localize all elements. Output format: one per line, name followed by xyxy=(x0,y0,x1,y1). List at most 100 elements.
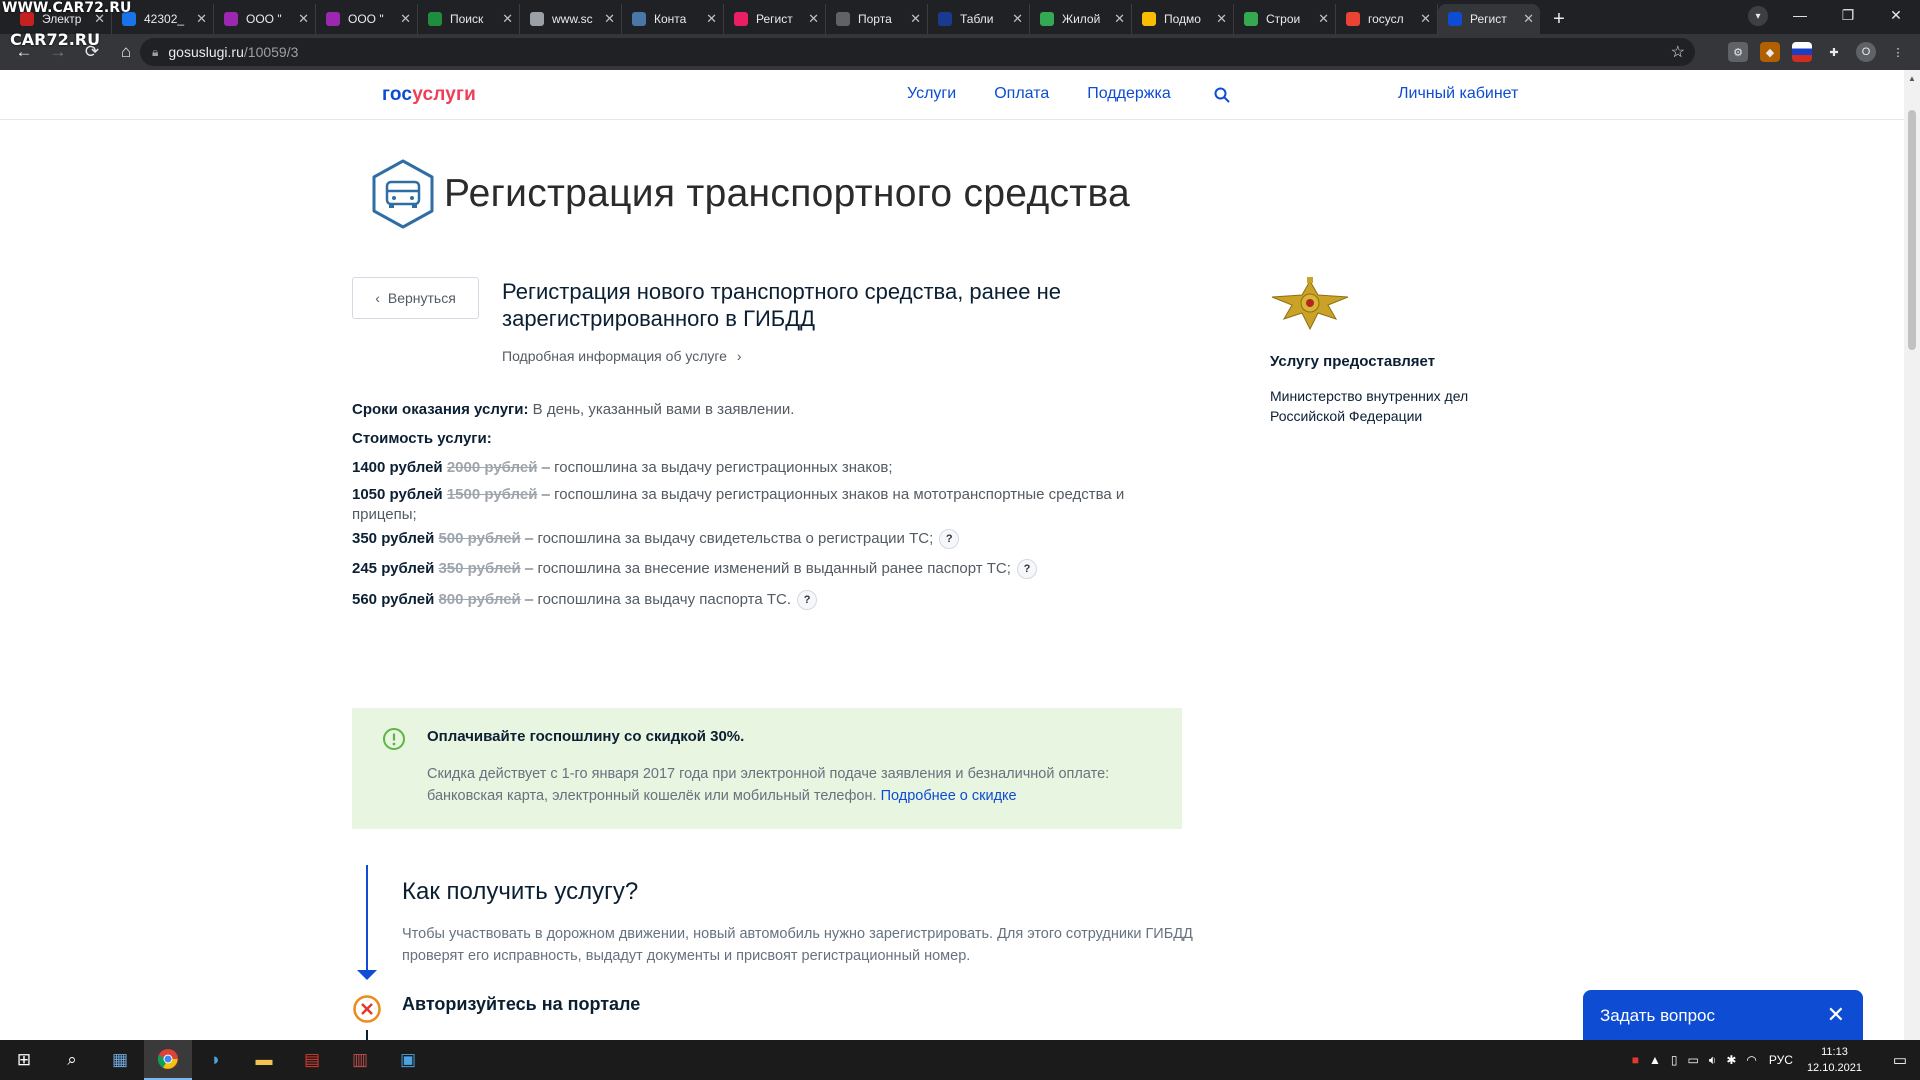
nav-support[interactable]: Поддержка xyxy=(1087,85,1170,103)
browser-tab[interactable]: Подмо ✕ xyxy=(1132,4,1234,34)
tab-favicon-icon xyxy=(1448,12,1462,26)
network-tray-icon[interactable]: ▭ xyxy=(1687,1053,1698,1068)
url-path: /10059/3 xyxy=(243,44,299,60)
bookmark-star-icon[interactable]: ☆ xyxy=(1671,42,1685,62)
windows-start-icon[interactable]: ⊞ xyxy=(0,1040,48,1080)
tab-close-icon[interactable]: ✕ xyxy=(1012,11,1023,27)
browser-tab[interactable]: Конта ✕ xyxy=(622,4,724,34)
browser-tab[interactable]: Табли ✕ xyxy=(928,4,1030,34)
pdf-reader-icon[interactable]: ▤ xyxy=(288,1040,336,1080)
new-tab-button[interactable]: + xyxy=(1544,4,1574,34)
personal-cabinet-link[interactable]: Личный кабинет xyxy=(1398,85,1518,103)
tab-close-icon[interactable]: ✕ xyxy=(1216,11,1227,27)
image-viewer-icon[interactable]: ▣ xyxy=(384,1040,432,1080)
tab-search-icon[interactable]: ▾ xyxy=(1748,6,1768,26)
help-question-icon[interactable]: ? xyxy=(797,590,818,611)
browser-tab[interactable]: www.sc ✕ xyxy=(520,4,622,34)
bluetooth-tray-icon[interactable]: ✱ xyxy=(1726,1053,1736,1068)
tab-close-icon[interactable]: ✕ xyxy=(1318,11,1329,27)
tab-close-icon[interactable]: ✕ xyxy=(1523,11,1534,27)
home-icon[interactable]: ⌂ xyxy=(110,36,142,68)
scroll-up-icon[interactable]: ▲ xyxy=(1908,74,1916,83)
tab-title: Жилой xyxy=(1062,12,1101,26)
nav-payment[interactable]: Оплата xyxy=(994,85,1049,103)
volume-tray-icon[interactable]: 🔉︎ xyxy=(1709,1053,1717,1068)
search-icon[interactable] xyxy=(1214,87,1230,103)
menu-dots-icon[interactable]: ⋮ xyxy=(1888,42,1908,62)
chrome-icon[interactable] xyxy=(144,1040,192,1080)
input-language[interactable]: РУС xyxy=(1769,1053,1793,1067)
extension-flag-icon[interactable] xyxy=(1792,42,1812,62)
antivirus-tray-icon[interactable]: ■ xyxy=(1632,1053,1639,1068)
back-button[interactable]: ‹ Вернуться xyxy=(352,277,479,319)
cost-heading: Стоимость услуги: xyxy=(352,430,492,447)
steps-timeline xyxy=(366,865,368,975)
profile-avatar[interactable]: O xyxy=(1856,42,1876,62)
file-explorer-icon[interactable]: ▬ xyxy=(240,1040,288,1080)
battery-tray-icon[interactable]: ▯ xyxy=(1671,1053,1678,1068)
discount-notice: Оплачивайте госпошлину со скидкой 30%. С… xyxy=(352,708,1182,829)
tab-close-icon[interactable]: ✕ xyxy=(502,11,513,27)
help-question-icon[interactable]: ? xyxy=(1016,559,1037,580)
url-host: gosuslugi.ru xyxy=(168,44,244,60)
service-terms: Сроки оказания услуги: В день, указанный… xyxy=(352,401,795,418)
tab-close-icon[interactable]: ✕ xyxy=(1114,11,1125,27)
browser-tab[interactable]: Жилой ✕ xyxy=(1030,4,1132,34)
browser-tab[interactable]: Поиск ✕ xyxy=(418,4,520,34)
chevron-left-icon: ‹ xyxy=(375,290,380,306)
tab-close-icon[interactable]: ✕ xyxy=(808,11,819,27)
restore-icon[interactable]: ❐ xyxy=(1824,0,1872,30)
tab-close-icon[interactable]: ✕ xyxy=(910,11,921,27)
gosuslugi-logo[interactable]: госуслуги xyxy=(382,84,476,106)
page-scrollbar[interactable]: ▲ xyxy=(1904,70,1920,1040)
drive-tray-icon[interactable]: ▲ xyxy=(1649,1053,1661,1068)
tab-close-icon[interactable]: ✕ xyxy=(400,11,411,27)
lock-icon[interactable]: 🔒︎ xyxy=(152,45,158,60)
archive-app-icon[interactable]: ▥ xyxy=(336,1040,384,1080)
help-question-icon[interactable]: ? xyxy=(939,529,960,550)
tab-title: Конта xyxy=(654,12,687,26)
browser-tab[interactable]: Регист ✕ xyxy=(724,4,826,34)
browser-tab[interactable]: госусл ✕ xyxy=(1336,4,1438,34)
nav-services[interactable]: Услуги xyxy=(907,85,956,103)
address-bar[interactable]: 🔒︎ gosuslugi.ru/10059/3 ☆ xyxy=(140,38,1695,66)
tab-close-icon[interactable]: ✕ xyxy=(1420,11,1431,27)
tab-favicon-icon xyxy=(632,12,646,26)
fee-price: 560 рублей xyxy=(352,591,435,608)
browser-tab[interactable]: ООО " ✕ xyxy=(316,4,418,34)
discount-details-link[interactable]: Подробнее о скидке xyxy=(881,788,1017,804)
fee-row: 560 рублей 800 рублей – госпошлина за вы… xyxy=(352,590,1152,611)
tab-close-icon[interactable]: ✕ xyxy=(604,11,615,27)
system-clock[interactable]: 11:13 12.10.2021 xyxy=(1807,1044,1862,1076)
fee-description: – госпошлина за выдачу регистрационных з… xyxy=(537,459,893,476)
tab-favicon-icon xyxy=(836,12,850,26)
taskbar-search-icon[interactable]: ⌕ xyxy=(48,1040,96,1080)
steps-timeline-continue xyxy=(366,1030,368,1040)
provider-name: Министерство внутренних дел Российской Ф… xyxy=(1270,388,1469,424)
close-window-icon[interactable]: ✕ xyxy=(1872,0,1920,30)
tab-close-icon[interactable]: ✕ xyxy=(706,11,717,27)
browser-tab[interactable]: Порта ✕ xyxy=(826,4,928,34)
close-icon[interactable]: ✕ xyxy=(1827,1002,1845,1028)
notification-icon[interactable]: ▭ xyxy=(1880,1051,1920,1069)
scrollbar-thumb[interactable] xyxy=(1908,110,1916,350)
page-title: Регистрация транспортного средства xyxy=(444,172,1131,215)
tab-title: ООО " xyxy=(348,12,384,26)
tab-title: www.sc xyxy=(552,12,593,26)
extensions-puzzle-icon[interactable]: ✚ xyxy=(1824,42,1844,62)
calculator-icon[interactable]: ▦ xyxy=(96,1040,144,1080)
tab-close-icon[interactable]: ✕ xyxy=(298,11,309,27)
wifi-tray-icon[interactable]: ◠ xyxy=(1746,1053,1756,1068)
extension-gear-icon[interactable]: ⚙ xyxy=(1728,42,1748,62)
fee-old-price: 800 рублей xyxy=(438,591,521,608)
edge-icon[interactable]: ◗ xyxy=(192,1040,240,1080)
browser-tab[interactable]: Регист ✕ xyxy=(1438,4,1540,34)
ask-question-widget[interactable]: Задать вопрос ✕ xyxy=(1583,990,1863,1040)
minimize-icon[interactable]: — xyxy=(1776,0,1824,30)
browser-tab[interactable]: Строи ✕ xyxy=(1234,4,1336,34)
browser-tab[interactable]: ООО " ✕ xyxy=(214,4,316,34)
extension-cube-icon[interactable]: ◆ xyxy=(1760,42,1780,62)
tab-close-icon[interactable]: ✕ xyxy=(196,11,207,27)
fee-price: 350 рублей xyxy=(352,530,435,547)
service-info-link[interactable]: Подробная информация об услуге › xyxy=(502,348,742,364)
